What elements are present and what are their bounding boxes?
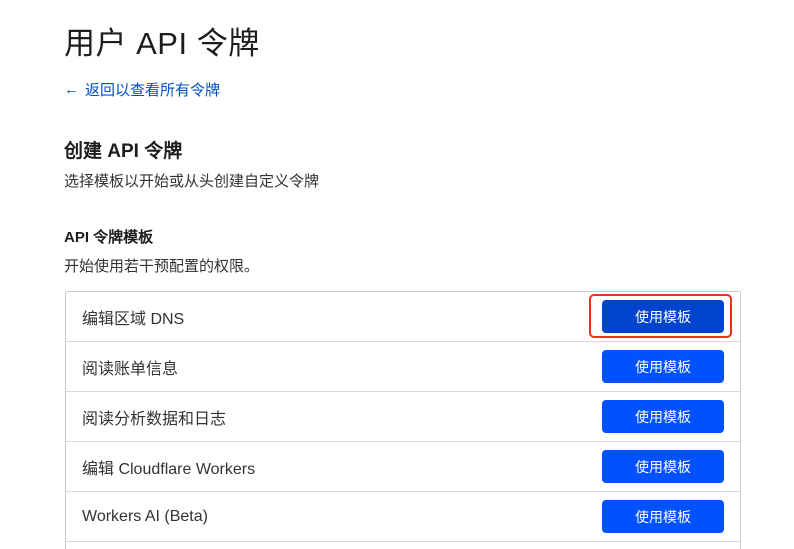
templates-heading: API 令牌模板 — [64, 229, 154, 246]
arrow-left-icon: ← — [64, 81, 79, 98]
use-template-button-read-billing[interactable]: 使用模板 — [602, 350, 724, 383]
use-template-button-edit-zone-dns[interactable]: 使用模板 — [602, 300, 724, 333]
template-name: Workers AI (Beta) — [82, 507, 208, 525]
use-template-button-workers-ai[interactable]: 使用模板 — [602, 500, 724, 533]
template-name: 阅读账单信息 — [82, 360, 179, 378]
use-template-button-edit-workers[interactable]: 使用模板 — [602, 450, 724, 483]
back-link-label: 返回以查看所有令牌 — [85, 82, 221, 99]
template-name: 编辑 Cloudflare Workers — [82, 460, 256, 478]
template-row-read-billing: 阅读账单信息 使用模板 — [66, 342, 740, 392]
template-name: 编辑区域 DNS — [82, 310, 185, 328]
create-token-heading: 创建 API 令牌 — [64, 141, 183, 162]
templates-description: 开始使用若干预配置的权限。 — [64, 258, 260, 275]
use-template-button-read-analytics-logs[interactable]: 使用模板 — [602, 400, 724, 433]
page-title: 用户 API 令牌 — [64, 26, 260, 61]
template-row-workers-ai: Workers AI (Beta) 使用模板 — [66, 492, 740, 542]
create-token-description: 选择模板以开始或从头创建自定义令牌 — [64, 173, 320, 190]
template-name: 阅读分析数据和日志 — [82, 410, 227, 428]
template-list: 编辑区域 DNS 使用模板 阅读账单信息 使用模板 阅读分析数据和日志 使用模板… — [65, 291, 741, 549]
template-row-read-analytics-logs: 阅读分析数据和日志 使用模板 — [66, 392, 740, 442]
back-to-tokens-link[interactable]: ← 返回以查看所有令牌 — [64, 79, 220, 100]
template-row-edit-workers: 编辑 Cloudflare Workers 使用模板 — [66, 442, 740, 492]
template-row-edit-zone-dns: 编辑区域 DNS 使用模板 — [66, 292, 740, 342]
